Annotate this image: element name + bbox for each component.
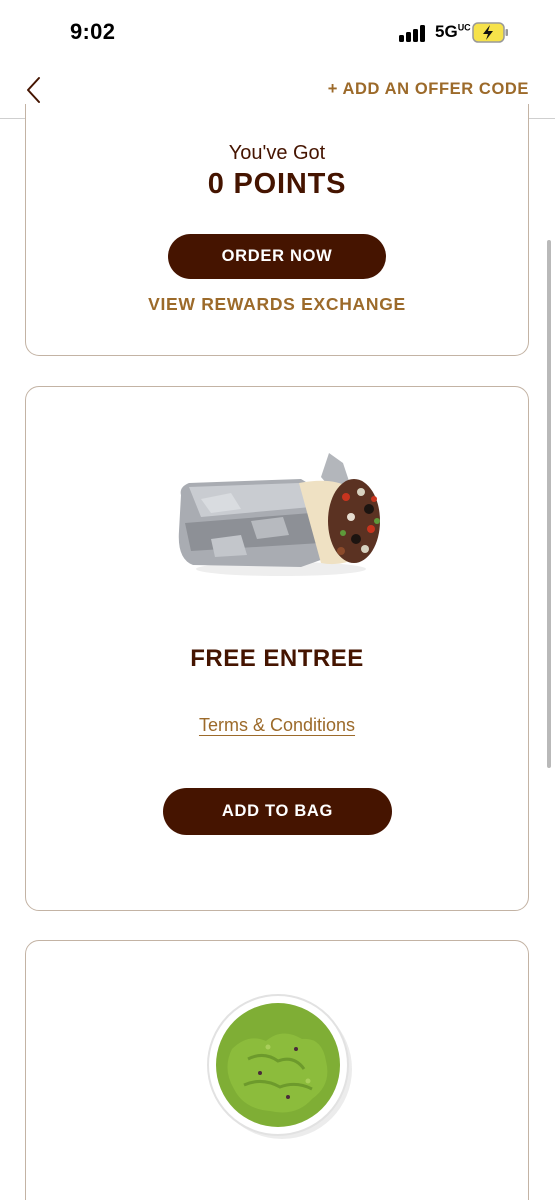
network-label: 5GUC (435, 22, 471, 41)
reward-card-guacamole (25, 940, 529, 1200)
order-now-button[interactable]: ORDER NOW (168, 234, 386, 279)
burrito-image (171, 447, 386, 582)
points-label: You've Got (228, 142, 326, 164)
points-card: You've Got 0 POINTS ORDER NOW VIEW REWAR… (25, 104, 529, 356)
scrollbar[interactable] (547, 240, 551, 768)
add-to-bag-button[interactable]: ADD TO BAG (163, 788, 392, 835)
back-chevron-icon[interactable] (20, 75, 50, 105)
add-offer-code-link[interactable]: + ADD AN OFFER CODE (328, 80, 529, 99)
points-value: 0 POINTS (207, 168, 347, 200)
view-rewards-exchange-link[interactable]: VIEW REWARDS EXCHANGE (26, 294, 528, 315)
reward-title: FREE ENTREE (190, 645, 364, 672)
guacamole-image (204, 989, 354, 1139)
status-time: 9:02 (70, 19, 116, 44)
battery-charging-icon (472, 22, 510, 43)
terms-and-conditions-link[interactable]: Terms & Conditions (26, 715, 528, 736)
status-bar: 9:02 5GUC (0, 0, 555, 66)
reward-card-free-entree: FREE ENTREE Terms & Conditions ADD TO BA… (25, 386, 529, 911)
signal-icon (399, 25, 429, 42)
